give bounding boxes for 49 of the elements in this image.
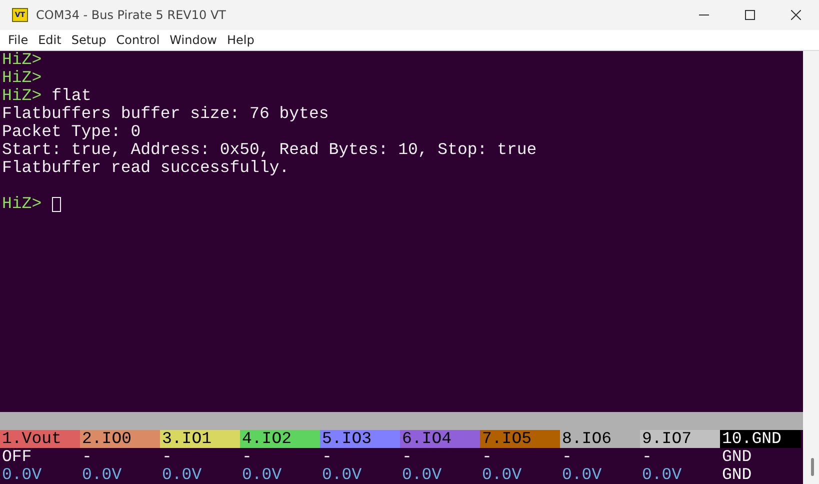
pin-state: - xyxy=(321,448,333,466)
pin-state: - xyxy=(481,448,493,466)
pin-state: - xyxy=(561,448,573,466)
prompt-text: HiZ> xyxy=(2,87,42,105)
pin-voltage: 0.0V xyxy=(561,466,603,484)
pin-label: 2.IO0 xyxy=(80,430,160,448)
pin-label: 8.IO6 xyxy=(560,430,640,448)
pin-state: - xyxy=(641,448,653,466)
pin-label: 1.Vout xyxy=(0,430,80,448)
pin-voltage: GND xyxy=(721,466,753,484)
pin-label: 4.IO2 xyxy=(240,430,320,448)
pin-label: 7.IO5 xyxy=(480,430,560,448)
pin-voltage: 0.0V xyxy=(641,466,683,484)
prompt-text: HiZ> xyxy=(2,195,42,213)
pin-label: 3.IO1 xyxy=(160,430,240,448)
pin-state: - xyxy=(81,448,93,466)
menu-item[interactable]: Setup xyxy=(66,33,112,47)
pin-state: OFF xyxy=(1,448,33,466)
maximize-icon xyxy=(745,10,755,20)
close-icon xyxy=(791,10,801,20)
pin-label: 5.IO3 xyxy=(320,430,400,448)
pin-voltage: 0.0V xyxy=(1,466,43,484)
menu-item[interactable]: Help xyxy=(222,33,260,47)
pin-voltage: 0.0V xyxy=(401,466,443,484)
menu-item[interactable]: File xyxy=(3,33,34,47)
menu-item[interactable]: Window xyxy=(164,33,222,47)
pin-state: - xyxy=(161,448,173,466)
pin-label: 6.IO4 xyxy=(400,430,480,448)
prompt-text: HiZ> xyxy=(2,51,42,69)
pin-voltage: 0.0V xyxy=(161,466,203,484)
scrollbar-thumb[interactable] xyxy=(811,458,814,476)
pin-voltage: 0.0V xyxy=(81,466,123,484)
pin-state: GND xyxy=(721,448,753,466)
menu-item[interactable]: Edit xyxy=(33,33,66,47)
output-line: Start: true, Address: 0x50, Read Bytes: 10, Stop: true xyxy=(2,141,537,159)
command-text: flat xyxy=(52,87,92,105)
menu-item[interactable]: Control xyxy=(111,33,165,47)
pin-voltage: 0.0V xyxy=(241,466,283,484)
pin-state: - xyxy=(401,448,413,466)
pin-label: 9.IO7 xyxy=(640,430,720,448)
pin-voltage: 0.0V xyxy=(321,466,363,484)
output-line: Flatbuffer read successfully. xyxy=(2,159,290,177)
pin-label: 10.GND xyxy=(720,430,801,448)
pin-state: - xyxy=(241,448,253,466)
output-line: Packet Type: 0 xyxy=(2,123,141,141)
pin-voltage: 0.0V xyxy=(481,466,523,484)
prompt-text: HiZ> xyxy=(2,69,42,87)
window-title: COM34 - Bus Pirate 5 REV10 VT xyxy=(36,8,226,22)
output-line: Flatbuffers buffer size: 76 bytes xyxy=(2,105,329,123)
